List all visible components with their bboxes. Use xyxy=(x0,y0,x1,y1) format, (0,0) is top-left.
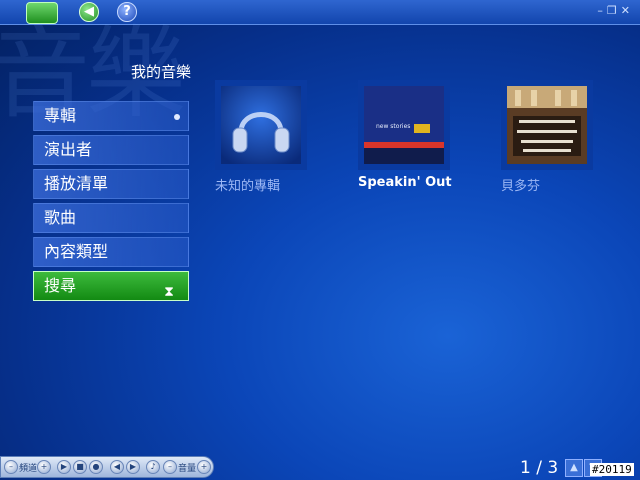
close-icon[interactable]: ✕ xyxy=(621,4,634,17)
album-tile-unknown[interactable] xyxy=(215,80,307,170)
mute-button[interactable]: ♪ xyxy=(146,460,160,474)
menu-item-search[interactable]: 搜尋 ⧗ xyxy=(33,271,189,301)
restore-icon[interactable]: ❐ xyxy=(607,4,621,17)
window-controls[interactable]: –❐✕ xyxy=(597,4,634,17)
album-tile-speakin-out[interactable]: new stories xyxy=(358,80,450,170)
menu-item-label: 內容類型 xyxy=(44,242,109,261)
transport-bar: – 頻道 + ▶ ■ ● ◀ ▶ ♪ – 音量 + xyxy=(0,456,214,478)
album-title: 貝多芬 xyxy=(501,179,541,194)
menu-item-label: 專輯 xyxy=(44,106,77,125)
menu-item-label: 演出者 xyxy=(44,140,93,159)
menu-item-albums[interactable]: 專輯 xyxy=(33,101,189,131)
record-button[interactable]: ● xyxy=(89,460,103,474)
speakin-out-cover-icon: new stories xyxy=(364,86,444,164)
volume-down-button[interactable]: – xyxy=(163,460,177,474)
category-menu: 專輯 演出者 播放清單 歌曲 內容類型 搜尋 ⧗ xyxy=(33,101,189,305)
channel-down-button[interactable]: – xyxy=(4,460,18,474)
volume-label: 音量 xyxy=(178,464,197,474)
menu-item-label: 搜尋 xyxy=(44,276,77,295)
channel-label: 頻道 xyxy=(19,464,38,474)
album-art-text: new stories xyxy=(376,123,410,130)
selection-dot-icon xyxy=(174,114,180,120)
page-up-button[interactable]: ▲ xyxy=(565,459,583,477)
volume-up-button[interactable]: + xyxy=(197,460,211,474)
menu-item-label: 歌曲 xyxy=(44,208,77,227)
play-button[interactable]: ▶ xyxy=(57,460,71,474)
orchestra-photo-icon xyxy=(507,86,587,164)
next-button[interactable]: ▶ xyxy=(126,460,140,474)
page-title: 我的音樂 xyxy=(131,63,192,81)
build-tag: #20119 xyxy=(590,463,634,476)
album-title: Speakin' Out xyxy=(358,175,452,190)
menu-item-artists[interactable]: 演出者 xyxy=(33,135,189,165)
menu-item-label: 播放清單 xyxy=(44,174,109,193)
hourglass-icon: ⧗ xyxy=(164,284,174,300)
minimize-icon[interactable]: – xyxy=(597,4,607,17)
channel-up-button[interactable]: + xyxy=(37,460,51,474)
stop-button[interactable]: ■ xyxy=(73,460,87,474)
headphones-art-icon xyxy=(221,86,301,164)
menu-item-playlists[interactable]: 播放清單 xyxy=(33,169,189,199)
album-tile-beethoven[interactable] xyxy=(501,80,593,170)
page-counter: 1 / 3 xyxy=(520,458,559,478)
album-title: 未知的專輯 xyxy=(215,179,281,194)
previous-button[interactable]: ◀ xyxy=(110,460,124,474)
menu-item-genres[interactable]: 內容類型 xyxy=(33,237,189,267)
menu-item-songs[interactable]: 歌曲 xyxy=(33,203,189,233)
